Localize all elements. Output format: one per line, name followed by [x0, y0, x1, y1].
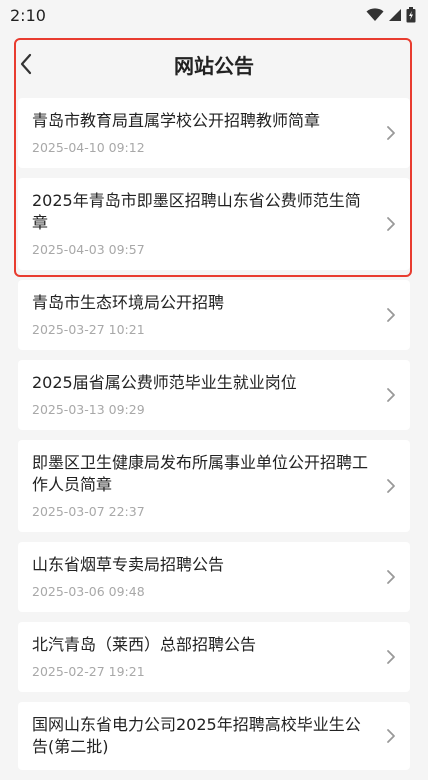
notice-title: 2025年青岛市即墨区招聘山东省公费师范生简章: [32, 191, 361, 232]
notice-item[interactable]: 2025届省属公费师范毕业生就业岗位 2025-03-13 09:29: [18, 360, 410, 430]
notice-date: 2025-03-07 22:37: [32, 504, 145, 519]
notice-title: 青岛市生态环境局公开招聘: [32, 293, 225, 312]
status-time: 2:10: [10, 5, 46, 25]
page-title: 网站公告: [174, 53, 254, 78]
chevron-right-icon: [387, 729, 395, 743]
chevron-right-icon: [387, 388, 395, 402]
wifi-icon: [366, 8, 384, 21]
notice-item[interactable]: 青岛市生态环境局公开招聘 2025-03-27 10:21: [18, 280, 410, 350]
status-bar: 2:10: [0, 0, 428, 30]
notice-date: 2025-04-03 09:57: [32, 242, 145, 257]
navigation-bar: 网站公告: [0, 36, 428, 92]
notice-title: 北汽青岛（莱西）总部招聘公告: [32, 635, 257, 654]
notice-item[interactable]: 山东省烟草专卖局招聘公告 2025-03-06 09:48: [18, 542, 410, 612]
chevron-right-icon: [387, 126, 395, 140]
notice-date: 2025-02-27 19:21: [32, 664, 145, 679]
status-icons: [366, 7, 416, 23]
battery-icon: [406, 7, 416, 23]
notice-title: 2025届省属公费师范毕业生就业岗位: [32, 373, 297, 392]
notice-item[interactable]: 2025年青岛市即墨区招聘山东省公费师范生简章 2025-04-03 09:57: [18, 178, 410, 270]
chevron-right-icon: [387, 308, 395, 322]
chevron-right-icon: [387, 650, 395, 664]
chevron-right-icon: [387, 570, 395, 584]
notice-date: 2025-03-27 10:21: [32, 322, 145, 337]
notice-item[interactable]: 国网山东省电力公司2025年招聘高校毕业生公告(第二批): [18, 702, 410, 770]
notice-item[interactable]: 北汽青岛（莱西）总部招聘公告 2025-02-27 19:21: [18, 622, 410, 692]
notice-date: 2025-03-13 09:29: [32, 402, 145, 417]
notice-title: 青岛市教育局直属学校公开招聘教师简章: [32, 111, 321, 130]
notice-list: 青岛市教育局直属学校公开招聘教师简章 2025-04-10 09:12 2025年青…: [18, 98, 410, 780]
chevron-left-icon: [20, 53, 32, 75]
chevron-right-icon: [387, 479, 395, 493]
chevron-right-icon: [387, 217, 395, 231]
notice-date: 2025-03-06 09:48: [32, 584, 145, 599]
notice-title: 国网山东省电力公司2025年招聘高校毕业生公告(第二批): [32, 715, 361, 756]
notice-date: 2025-04-10 09:12: [32, 140, 145, 155]
notice-title: 山东省烟草专卖局招聘公告: [32, 555, 225, 574]
back-button[interactable]: [14, 50, 38, 78]
notice-item[interactable]: 即墨区卫生健康局发布所属事业单位公开招聘工作人员简章 2025-03-07 22:…: [18, 440, 410, 532]
notice-item[interactable]: 青岛市教育局直属学校公开招聘教师简章 2025-04-10 09:12: [18, 98, 410, 168]
cellular-signal-icon: [389, 9, 401, 21]
notice-title: 即墨区卫生健康局发布所属事业单位公开招聘工作人员简章: [32, 453, 369, 494]
